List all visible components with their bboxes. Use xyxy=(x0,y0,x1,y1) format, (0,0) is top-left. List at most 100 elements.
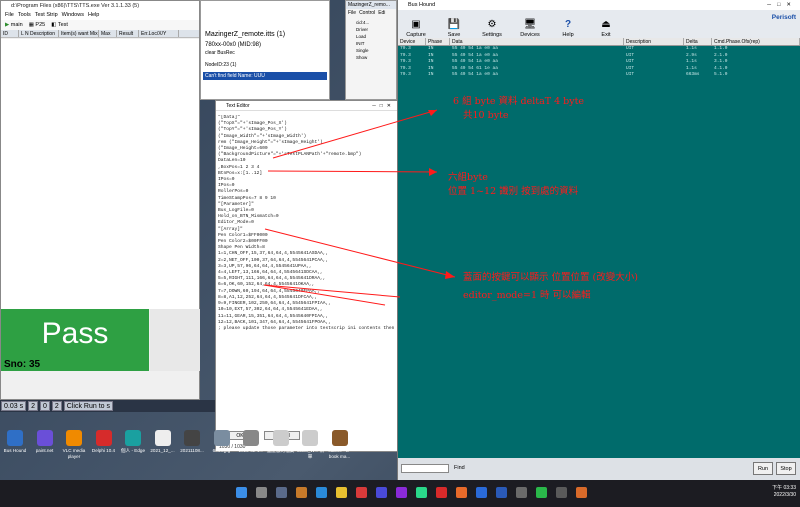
bushound-titlebar: Bus Hound ─□✕ xyxy=(398,0,800,10)
help-button[interactable]: ? Help xyxy=(556,18,580,38)
folder-icon[interactable] xyxy=(336,487,347,498)
tree-item[interactable]: Show xyxy=(356,54,386,61)
mazinger-tree: cid:4... Driver Load INIT Single Show xyxy=(346,17,396,63)
app-icon[interactable] xyxy=(556,487,567,498)
delphi-icon[interactable] xyxy=(436,487,447,498)
app-icon[interactable] xyxy=(356,487,367,498)
tree-item[interactable]: INIT xyxy=(356,40,386,47)
devices-button[interactable]: 🖥 Devices xyxy=(518,18,542,38)
col-description[interactable]: L N Description xyxy=(19,30,59,37)
desktop-shortcut[interactable]: 2022-02-1... xyxy=(236,430,266,454)
word-icon[interactable] xyxy=(496,487,507,498)
p25-button[interactable]: ▦ P25 xyxy=(29,22,46,28)
explorer-icon[interactable] xyxy=(296,487,307,498)
settings-button[interactable]: ⚙ Settings xyxy=(480,18,504,38)
capture-button[interactable]: ▣ Capture xyxy=(404,18,428,38)
desktop-shortcut[interactable]: Bus Hound xyxy=(0,430,30,454)
system-clock[interactable]: 下午 03:33 2022/3/30 xyxy=(772,485,796,499)
play-icon: ▶ xyxy=(5,22,10,28)
editor-text-area[interactable]: "[Data]" ("TopX"="+'sImage_Pos_X') ("TopY"… xyxy=(218,115,398,429)
tts-grid-header: ID L N Description Item(s) want Mix Max … xyxy=(1,30,199,38)
col-phase[interactable]: Phase xyxy=(426,38,450,45)
edge-icon[interactable] xyxy=(316,487,327,498)
col-device[interactable]: Device xyxy=(398,38,426,45)
mazinger-menu-file[interactable]: File xyxy=(348,10,356,16)
tree-item[interactable]: Single xyxy=(356,47,386,54)
tree-item[interactable]: Load xyxy=(356,33,386,40)
main-button[interactable]: ▶ main xyxy=(5,22,23,28)
script-node: NodeID:23 (1) xyxy=(205,62,237,68)
exit-button[interactable]: ⏏ Exit xyxy=(594,18,618,38)
desktop-shortcut[interactable]: Delphi 10.4 xyxy=(89,430,119,454)
search-icon[interactable] xyxy=(256,487,267,498)
window-controls-icon[interactable]: ─□✕ xyxy=(372,101,399,110)
capture-cell: 5.1.0 xyxy=(714,72,728,77)
status-elapsed: 0.03 s xyxy=(1,401,27,411)
script-error-line[interactable]: Can't find field Name: UUU xyxy=(203,72,327,80)
app-icon[interactable] xyxy=(456,487,467,498)
annotation-button-display: 蓋面的按鍵可以顯示 位置位置 (改變大小) xyxy=(463,272,638,283)
desktop-shortcut[interactable]: 6016.jpg xyxy=(207,430,237,454)
desktop-shortcut[interactable]: Tasco_W... 清單 xyxy=(295,430,325,459)
app-icon[interactable] xyxy=(416,487,427,498)
outlook-icon[interactable] xyxy=(476,487,487,498)
menu-test-strip[interactable]: Test Strip xyxy=(35,11,58,20)
task-view-icon[interactable] xyxy=(276,487,287,498)
file-icon xyxy=(154,430,171,446)
window-controls-icon[interactable]: ─□✕ xyxy=(767,0,797,10)
video-icon xyxy=(184,430,200,446)
annotation-editor-mode: editor_mode=1 時 可以編輯 xyxy=(463,290,591,301)
col-max[interactable]: Max xyxy=(99,30,117,37)
perisoft-logo: Perisoft xyxy=(771,14,796,21)
col-delta[interactable]: Delta xyxy=(684,38,712,45)
app-icon[interactable] xyxy=(516,487,527,498)
status-run-hint[interactable]: Click Run to s xyxy=(63,401,113,411)
edge-icon xyxy=(125,430,141,446)
menu-help[interactable]: Help xyxy=(88,11,99,20)
bushound-window: Bus Hound ─□✕ ▣ Capture 💾 Save ⚙ Settings 🖥… xyxy=(397,0,800,480)
app-icon[interactable] xyxy=(576,487,587,498)
bushound-icon xyxy=(7,430,23,446)
desktop-shortcut[interactable]: 個人 - Edge xyxy=(118,430,148,454)
find-input[interactable] xyxy=(401,464,449,473)
desktop-shortcut[interactable]: paint.net xyxy=(30,430,60,454)
tts-grid-body[interactable] xyxy=(1,39,199,309)
app-icon[interactable] xyxy=(376,487,387,498)
mazinger-menu-edit[interactable]: Edi xyxy=(378,10,385,16)
desktop-shortcut[interactable]: 2021_12_... xyxy=(148,430,178,454)
find-label: Find xyxy=(454,465,465,471)
tree-item[interactable]: cid:4... xyxy=(356,19,386,26)
col-cmd-phase[interactable]: Cmd.Phase.Ofs(rep) xyxy=(712,38,800,45)
desktop-shortcut-label: Delphi 10.4 xyxy=(91,448,116,453)
menu-tools[interactable]: Tools xyxy=(18,11,31,20)
col-result[interactable]: Result xyxy=(117,30,139,37)
mazinger-menu-control[interactable]: Control xyxy=(359,10,375,16)
menu-file[interactable]: File xyxy=(5,11,14,20)
desktop-shortcut[interactable]: VLC media player xyxy=(59,430,89,459)
col-description[interactable]: Description xyxy=(624,38,684,45)
col-err[interactable]: Err.Loc/X/Y xyxy=(139,30,179,37)
col-items[interactable]: Item(s) want Mix xyxy=(59,30,99,37)
stop-button[interactable]: Stop xyxy=(776,462,796,475)
test-button[interactable]: ◧ Test xyxy=(51,22,68,28)
capture-icon: ▣ xyxy=(411,19,421,30)
script-clear: clear BusRec xyxy=(205,50,235,56)
desktop-shortcut-label: calibre - E-book ma... xyxy=(328,448,351,459)
save-button[interactable]: 💾 Save xyxy=(442,18,466,38)
devices-icon: 🖥 xyxy=(523,19,537,30)
clock-date: 2022/3/30 xyxy=(773,492,796,498)
capture-row[interactable]: 79.3 IN 55 49 54 1a e0 aa UIT 663ms 5.1.0 xyxy=(398,72,800,79)
desktop-shortcut[interactable]: calibre - E-book ma... xyxy=(325,430,355,459)
tree-item[interactable]: Driver xyxy=(356,26,386,33)
desktop-shortcut-label: 20211108... xyxy=(180,448,204,453)
menu-windows[interactable]: Windows xyxy=(62,11,84,20)
desktop-shortcut[interactable]: 量產版的檔案 xyxy=(266,430,296,454)
run-button[interactable]: Run xyxy=(753,462,773,475)
start-icon[interactable] xyxy=(236,487,247,498)
test-icon: ◧ xyxy=(51,22,57,28)
app-icon[interactable] xyxy=(396,487,407,498)
desktop-shortcut[interactable]: 20211108... xyxy=(177,430,207,454)
col-data[interactable]: Data xyxy=(450,38,624,45)
line-icon[interactable] xyxy=(536,487,547,498)
col-id[interactable]: ID xyxy=(1,30,19,37)
